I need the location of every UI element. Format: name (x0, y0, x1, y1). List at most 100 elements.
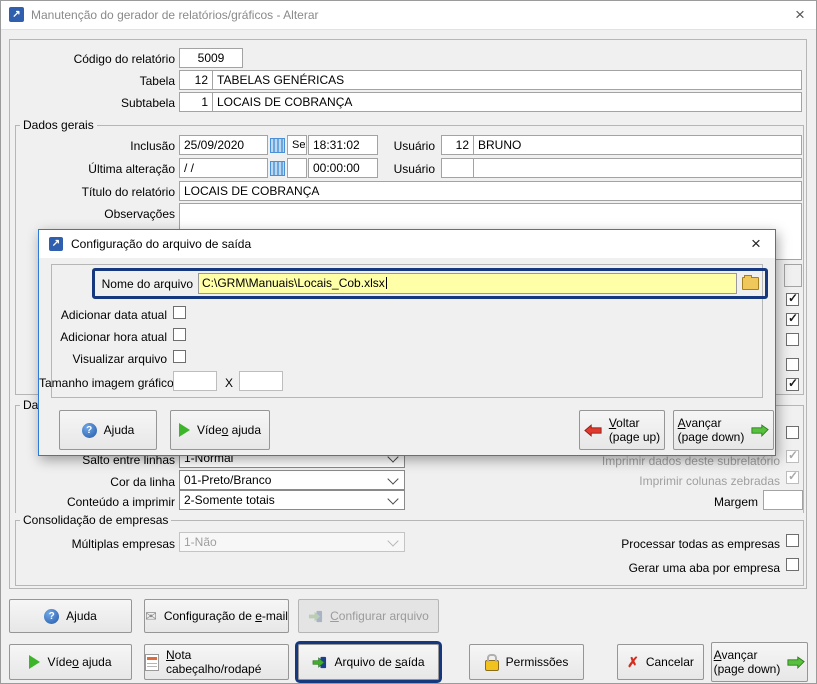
cor-combo[interactable]: 01-Preto/Branco (179, 470, 405, 490)
email-config-button[interactable]: ✉ Configuração de e-mail (144, 599, 289, 633)
cor-label: Cor da linha (9, 474, 175, 490)
file-output-icon (312, 655, 327, 670)
configure-file-button: Configurar arquivo (298, 599, 439, 633)
multiplas-label: Múltiplas empresas (9, 536, 175, 552)
lock-icon (485, 660, 499, 671)
close-icon[interactable]: × (744, 233, 768, 255)
output-config-dialog: ↗ Configuração do arquivo de saída × Nom… (38, 229, 776, 456)
observacoes-label: Observações (9, 206, 175, 222)
size-separator: X (223, 375, 235, 391)
close-icon[interactable]: × (788, 4, 812, 26)
subtabela-label: Subtabela (9, 95, 175, 111)
side-checkbox-4[interactable] (786, 358, 799, 371)
modal-title: Configuração do arquivo de saída (71, 237, 251, 251)
usuario-label: Usuário (391, 138, 435, 154)
filename-field[interactable]: C:\GRM\Manuais\Locais_Cob.xlsx (198, 273, 737, 294)
aba-label: Gerar uma aba por empresa (541, 560, 780, 576)
tabela-code-field[interactable]: 12 (179, 70, 213, 90)
play-icon (29, 655, 40, 669)
app-icon: ↗ (49, 237, 63, 251)
video-help-button[interactable]: Vídeo ajuda (170, 410, 270, 450)
conteudo-label: Conteúdo a imprimir (9, 494, 175, 510)
back-button[interactable]: Voltar(page up) (579, 410, 665, 450)
file-config-icon (308, 609, 323, 624)
advance-button[interactable]: Avançar(page down) (711, 642, 808, 682)
usuario2-name-field[interactable] (473, 158, 802, 178)
tabela-name-field[interactable]: TABELAS GENÉRICAS (212, 70, 802, 90)
filename-focus-frame: Nome do arquivo C:\GRM\Manuais\Locais_Co… (92, 268, 768, 299)
envelope-icon: ✉ (145, 608, 157, 625)
usuario2-label: Usuário (391, 161, 435, 177)
text-caret (386, 277, 387, 289)
tabela-label: Tabela (9, 73, 175, 89)
image-height-field[interactable] (239, 371, 283, 391)
cancel-button[interactable]: ✗ Cancelar (617, 644, 704, 680)
app-icon: ↗ (9, 7, 24, 22)
add-time-label: Adicionar hora atual (39, 329, 167, 345)
add-date-label: Adicionar data atual (39, 307, 167, 323)
inclusao-time-field[interactable]: 18:31:02 (308, 135, 378, 155)
alteracao-weekday-field (287, 158, 307, 178)
processar-checkbox[interactable] (786, 534, 799, 547)
image-size-label: Tamanho imagem gráfico (39, 375, 167, 391)
usuario-name-field[interactable]: BRUNO (473, 135, 802, 155)
side-checkbox-3[interactable] (786, 333, 799, 346)
subrelatorio-checkbox (786, 450, 799, 463)
window-title: Manutenção do gerador de relatórios/gráf… (31, 8, 319, 22)
inclusao-date-field[interactable]: 25/09/2020 (179, 135, 268, 155)
permissions-button[interactable]: Permissões (469, 644, 584, 680)
document-icon (145, 654, 159, 671)
processar-label: Processar todas as empresas (541, 536, 780, 552)
add-time-checkbox[interactable] (173, 328, 186, 341)
multiplas-combo: 1-Não (179, 532, 405, 552)
conteudo-combo[interactable]: 2-Somente totais (179, 490, 405, 510)
help-button[interactable]: ? Ajuda (9, 599, 132, 633)
titulo-field[interactable]: LOCAIS DE COBRANÇA (179, 181, 802, 201)
chevron-down-icon (387, 535, 398, 546)
subtabela-name-field[interactable]: LOCAIS DE COBRANÇA (212, 92, 802, 112)
hidden-side-box (784, 264, 802, 287)
titulo-label: Título do relatório (9, 184, 175, 200)
codigo-label: Código do relatório (9, 51, 175, 67)
subtabela-code-field[interactable]: 1 (179, 92, 213, 112)
side-checkbox-1[interactable] (786, 293, 799, 306)
consolidacao-group: Consolidação de empresas (15, 520, 804, 586)
usuario-code-field[interactable]: 12 (441, 135, 474, 155)
add-date-checkbox[interactable] (173, 306, 186, 319)
zebradas-label: Imprimir colunas zebradas (561, 473, 780, 489)
main-window: ↗ Manutenção do gerador de relatórios/gr… (0, 0, 817, 684)
alteracao-date-field[interactable]: / / (179, 158, 268, 178)
side-checkbox-2[interactable] (786, 313, 799, 326)
image-width-field[interactable] (173, 371, 217, 391)
alteracao-label: Última alteração (9, 161, 175, 177)
side-checkbox-5[interactable] (786, 378, 799, 391)
advance-button[interactable]: Avançar(page down) (673, 410, 774, 450)
arrow-left-icon (584, 424, 602, 437)
play-icon (179, 423, 190, 437)
view-file-checkbox[interactable] (173, 350, 186, 363)
filename-label: Nome do arquivo (99, 276, 193, 292)
modal-titlebar: ↗ Configuração do arquivo de saída × (39, 230, 775, 258)
margem-field[interactable] (763, 490, 803, 510)
header-footer-note-button[interactable]: Nota cabeçalho/rodapé (144, 644, 289, 680)
cancel-x-icon: ✗ (627, 654, 639, 671)
alteracao-time-field[interactable]: 00:00:00 (308, 158, 378, 178)
usuario2-code-field[interactable] (441, 158, 474, 178)
chevron-down-icon (387, 493, 398, 504)
question-icon: ? (82, 423, 97, 438)
inclusao-label: Inclusão (9, 138, 175, 154)
chevron-down-icon (387, 473, 398, 484)
aba-checkbox[interactable] (786, 558, 799, 571)
codigo-field[interactable]: 5009 (179, 48, 243, 68)
folder-icon[interactable] (742, 277, 759, 290)
question-icon: ? (44, 609, 59, 624)
calendar-icon[interactable] (270, 138, 285, 153)
view-file-label: Visualizar arquivo (39, 351, 167, 367)
dados-gerais-title: Dados gerais (20, 118, 97, 132)
video-help-button[interactable]: Vídeo ajuda (9, 644, 132, 680)
output-file-button[interactable]: Arquivo de saída (298, 644, 439, 680)
arrow-right-icon (787, 656, 805, 669)
help-button[interactable]: ? Ajuda (59, 410, 157, 450)
calendar-icon[interactable] (270, 161, 285, 176)
inclusao-weekday-field: Sex (287, 135, 307, 155)
